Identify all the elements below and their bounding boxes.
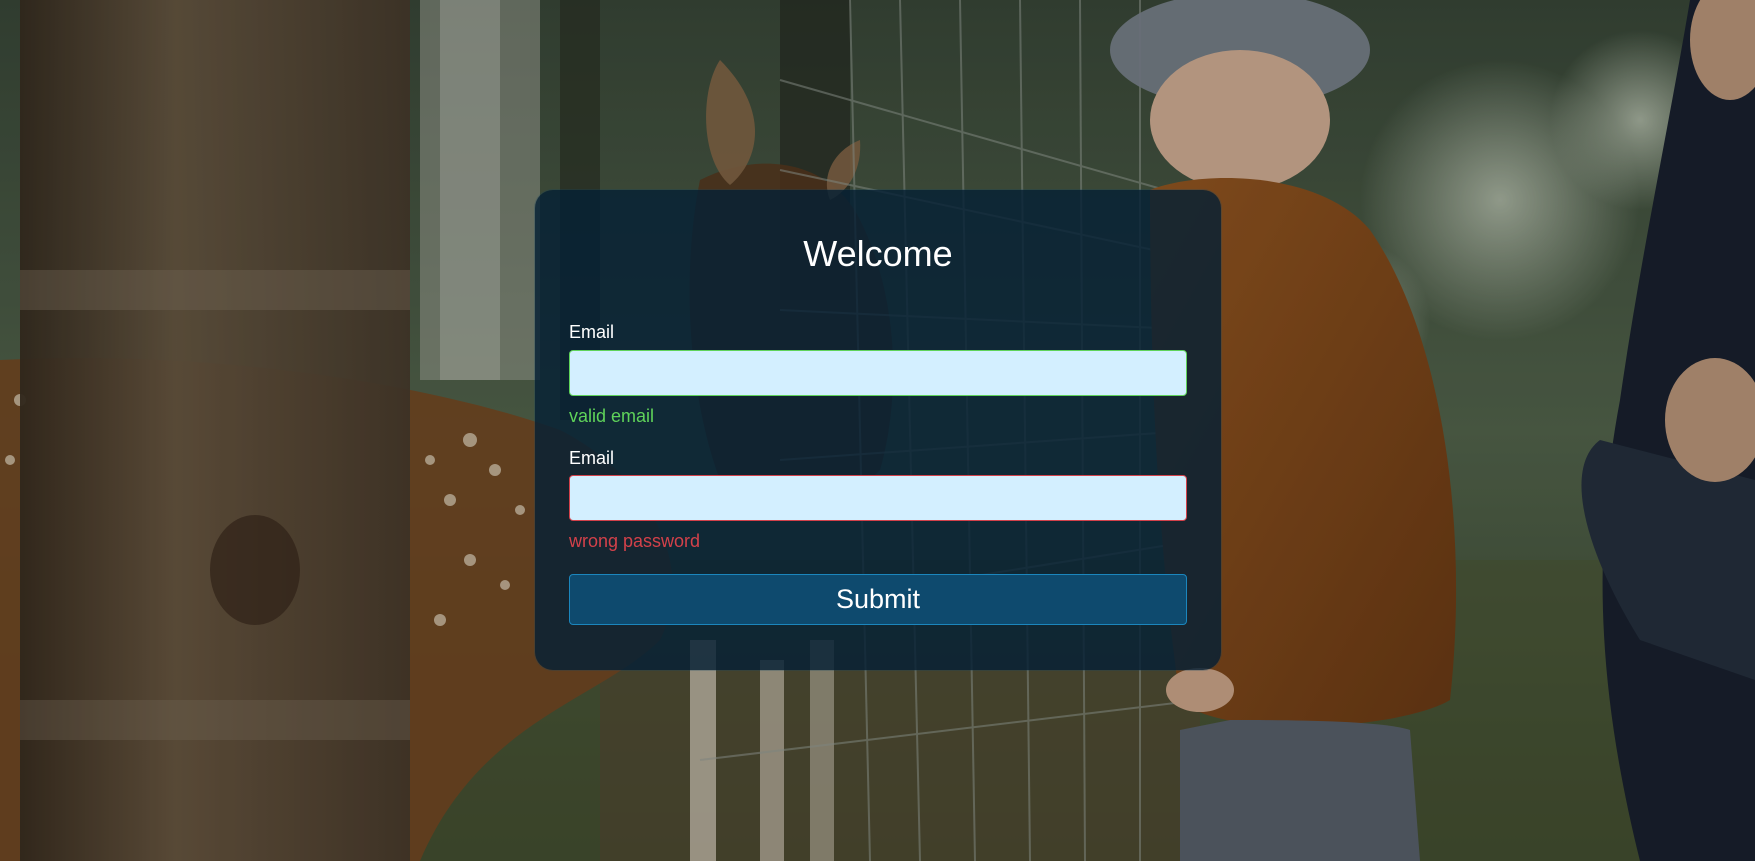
card-title: Welcome	[803, 233, 953, 274]
wrong-password-message: wrong password	[569, 531, 701, 551]
email-field[interactable]	[569, 350, 1187, 396]
second-email-field-label: Email	[569, 448, 615, 468]
login-card: Welcome Email valid email Email wrong pa…	[535, 190, 1221, 670]
email-valid-message: valid email	[569, 406, 655, 426]
login-page: Welcome Email valid email Email wrong pa…	[0, 0, 1755, 861]
submit-button[interactable]: Submit	[569, 574, 1187, 625]
email-field-label: Email	[569, 322, 615, 342]
second-email-field[interactable]	[569, 475, 1187, 521]
